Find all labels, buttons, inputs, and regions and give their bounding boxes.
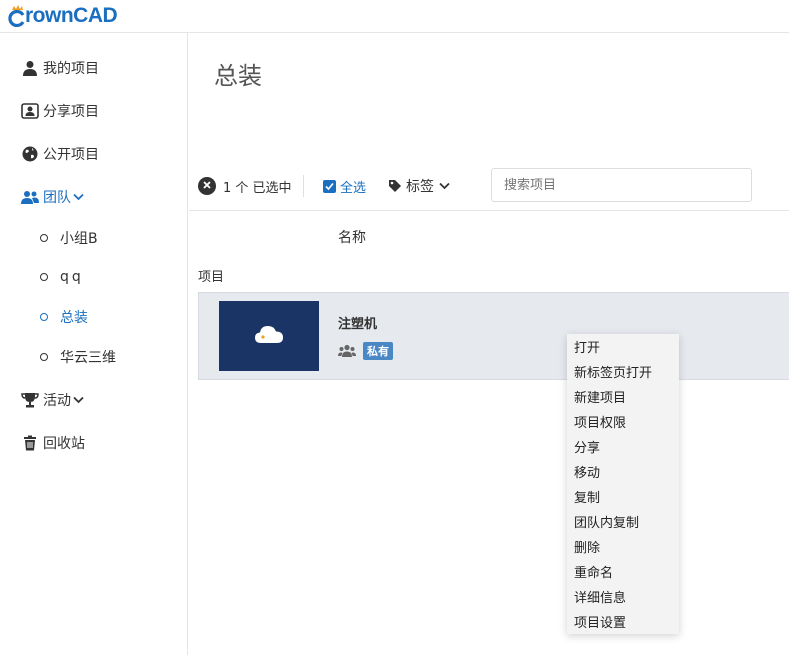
menu-item-share[interactable]: 分享 bbox=[567, 436, 679, 461]
select-all-label: 全选 bbox=[340, 181, 367, 196]
bullet-icon bbox=[40, 273, 48, 281]
trash-icon bbox=[20, 433, 40, 453]
user-icon bbox=[20, 58, 40, 78]
menu-item-open-new-tab[interactable]: 新标签页打开 bbox=[567, 361, 679, 386]
sidebar-subitem-assembly[interactable]: 总装 bbox=[40, 306, 88, 328]
clear-selection-button[interactable] bbox=[198, 177, 216, 195]
sidebar-subitem-group-b[interactable]: 小组B bbox=[40, 227, 98, 249]
tag-icon bbox=[388, 179, 402, 193]
section-label: 项目 bbox=[198, 270, 225, 285]
sidebar-item-public-projects[interactable]: 公开项目 bbox=[20, 142, 99, 166]
sidebar-item-shared-projects[interactable]: 分享项目 bbox=[20, 99, 99, 123]
sidebar-item-label: 活动 bbox=[43, 393, 71, 409]
checkbox-checked-icon bbox=[323, 180, 336, 193]
members-icon bbox=[338, 344, 356, 358]
selection-toolbar: 1 个 已选中 全选 标签 bbox=[189, 168, 789, 211]
trophy-icon bbox=[20, 390, 40, 410]
column-header-name[interactable]: 名称 bbox=[338, 227, 366, 247]
menu-item-rename[interactable]: 重命名 bbox=[567, 561, 679, 586]
close-icon bbox=[202, 178, 212, 194]
menu-item-copy-within-team[interactable]: 团队内复制 bbox=[567, 511, 679, 536]
cloud-icon bbox=[254, 324, 284, 348]
logo-text: rownCAD bbox=[25, 4, 118, 27]
sidebar-item-label: 回收站 bbox=[43, 436, 85, 452]
chevron-down-icon bbox=[439, 182, 450, 190]
globe-icon bbox=[20, 144, 40, 164]
menu-item-project-settings[interactable]: 项目设置 bbox=[567, 611, 679, 636]
project-meta: 私有 bbox=[338, 342, 393, 360]
sidebar-item-team[interactable]: 团队 bbox=[20, 185, 84, 209]
team-icon bbox=[20, 187, 40, 207]
sidebar-subitem-huayun[interactable]: 华云三维 bbox=[40, 346, 116, 368]
menu-item-copy[interactable]: 复制 bbox=[567, 486, 679, 511]
sidebar: 我的项目 分享项目 公开项目 团队 小组B qq 总装 华云三维 活动 回收站 bbox=[0, 33, 188, 655]
sidebar-item-label: 公开项目 bbox=[43, 147, 99, 163]
main-content: 总装 1 个 已选中 全选 标签 名称 项目 bbox=[189, 33, 789, 655]
menu-item-new-project[interactable]: 新建项目 bbox=[567, 386, 679, 411]
tags-label: 标签 bbox=[406, 179, 434, 195]
shared-user-icon bbox=[20, 101, 40, 121]
bullet-icon bbox=[40, 353, 48, 361]
project-row[interactable]: 注塑机 私有 bbox=[198, 292, 789, 380]
project-thumbnail bbox=[219, 301, 319, 371]
chevron-down-icon bbox=[73, 189, 84, 205]
project-name: 注塑机 bbox=[338, 317, 378, 332]
context-menu: 打开 新标签页打开 新建项目 项目权限 分享 移动 复制 团队内复制 删除 重命… bbox=[567, 334, 679, 634]
sidebar-subitem-label: 小组B bbox=[60, 231, 98, 247]
sidebar-item-label: 团队 bbox=[43, 190, 71, 206]
menu-item-project-permissions[interactable]: 项目权限 bbox=[567, 411, 679, 436]
menu-item-move[interactable]: 移动 bbox=[567, 461, 679, 486]
sidebar-subitem-label: 总装 bbox=[60, 310, 88, 326]
crown-c-icon bbox=[8, 5, 26, 28]
top-bar: rownCAD bbox=[0, 0, 789, 33]
sidebar-subitem-label: 华云三维 bbox=[60, 350, 116, 366]
bullet-icon bbox=[40, 234, 48, 242]
page-title: 总装 bbox=[214, 62, 262, 90]
chevron-down-icon bbox=[73, 392, 84, 408]
crowncad-logo[interactable]: rownCAD bbox=[8, 3, 118, 29]
private-badge: 私有 bbox=[363, 342, 393, 360]
select-all-checkbox[interactable]: 全选 bbox=[323, 177, 366, 196]
selected-count: 1 个 已选中 bbox=[223, 181, 292, 196]
sidebar-subitem-label: qq bbox=[60, 269, 84, 285]
bullet-icon bbox=[40, 313, 48, 321]
sidebar-subitem-qq[interactable]: qq bbox=[40, 266, 84, 288]
menu-item-details[interactable]: 详细信息 bbox=[567, 586, 679, 611]
sidebar-item-activity[interactable]: 活动 bbox=[20, 388, 84, 412]
menu-item-delete[interactable]: 删除 bbox=[567, 536, 679, 561]
search-input[interactable] bbox=[491, 168, 752, 202]
divider bbox=[303, 175, 304, 197]
menu-item-open[interactable]: 打开 bbox=[567, 336, 679, 361]
sidebar-item-label: 我的项目 bbox=[43, 61, 99, 77]
sidebar-item-my-projects[interactable]: 我的项目 bbox=[20, 56, 99, 80]
sidebar-item-recycle-bin[interactable]: 回收站 bbox=[20, 431, 85, 455]
tags-dropdown[interactable]: 标签 bbox=[388, 176, 450, 196]
sidebar-item-label: 分享项目 bbox=[43, 104, 99, 120]
